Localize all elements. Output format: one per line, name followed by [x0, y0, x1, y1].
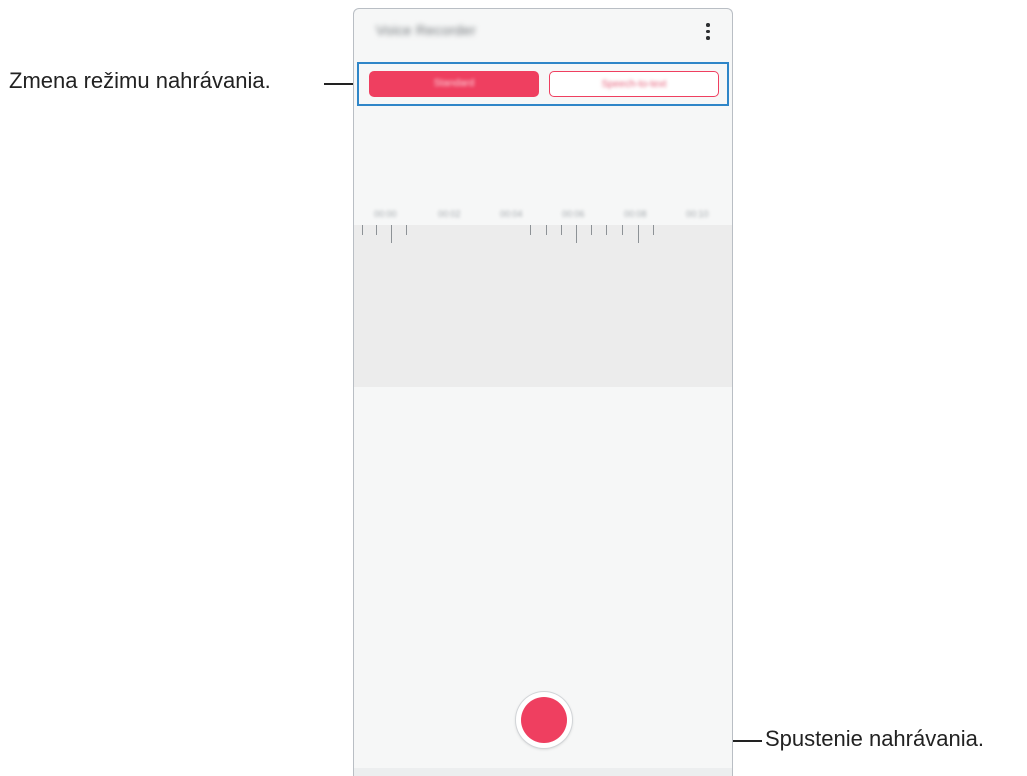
timeline-label: 00:10 [686, 209, 709, 219]
ruler-tick [622, 225, 623, 235]
waveform-area [354, 225, 732, 387]
ruler-tick [546, 225, 547, 235]
ruler-tick [561, 225, 562, 235]
start-recording-callout: Spustenie nahrávania. [765, 726, 984, 751]
ruler-tick [638, 225, 639, 243]
timeline-label: 00:02 [438, 209, 461, 219]
standard-mode-label: Standard [433, 78, 475, 89]
ruler-tick [376, 225, 377, 235]
timeline-label: 00:00 [374, 209, 397, 219]
timeline-labels: 00:00 00:02 00:04 00:06 00:08 00:10 [354, 209, 732, 223]
ruler-tick [530, 225, 531, 235]
navigation-strip [354, 768, 732, 776]
ruler-tick [576, 225, 577, 243]
ruler-tick [391, 225, 392, 243]
more-vertical-icon[interactable] [706, 23, 710, 41]
speech-to-text-mode-label: Speech-to-text [601, 79, 667, 90]
standard-mode-button[interactable]: Standard [369, 71, 539, 97]
guide-figure: Zmena režimu nahrávania. Spustenie nahrá… [0, 0, 1027, 776]
ruler-tick [591, 225, 592, 235]
ruler-tick [653, 225, 654, 235]
app-bar: Voice Recorder [354, 9, 732, 55]
app-title: Voice Recorder [376, 22, 476, 38]
mode-change-callout: Zmena režimu nahrávania. [9, 68, 271, 93]
speech-to-text-mode-button[interactable]: Speech-to-text [549, 71, 719, 97]
ruler-tick [362, 225, 363, 235]
timeline-label: 00:06 [562, 209, 585, 219]
timeline-ruler [354, 225, 732, 245]
ruler-tick [606, 225, 607, 235]
record-button[interactable] [516, 692, 572, 748]
phone-screen: Voice Recorder Standard Speech-to-text 0… [353, 8, 733, 776]
timeline-label: 00:08 [624, 209, 647, 219]
record-icon [521, 697, 567, 743]
ruler-tick [406, 225, 407, 235]
recording-mode-selector: Standard Speech-to-text [357, 62, 729, 106]
timeline-label: 00:04 [500, 209, 523, 219]
